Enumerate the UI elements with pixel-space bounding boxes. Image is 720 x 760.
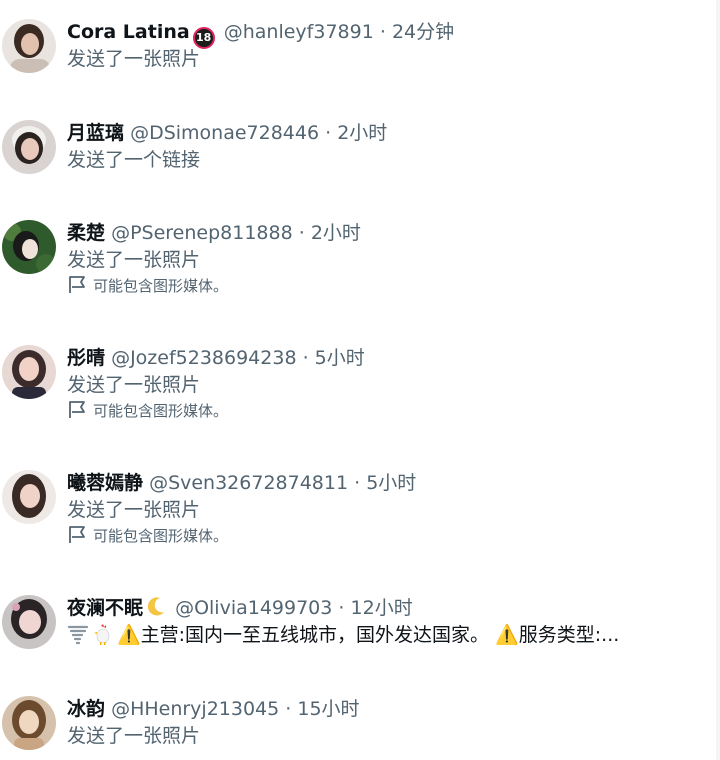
- sensitive-media-notice: 可能包含图形媒体。: [68, 275, 228, 295]
- message-preview: 发送了一张照片: [67, 374, 201, 396]
- message-preview: 发送了一张照片: [67, 48, 201, 70]
- conversation-header: 曦蓉嫣静 @Sven32672874811 · 5小时: [67, 470, 416, 496]
- avatar[interactable]: [2, 19, 56, 73]
- conversation-item[interactable]: 夜澜不眠 @Olivia1499703 · 12小时 ⚠️主营:国内一至五线城市…: [0, 595, 716, 655]
- conversation-header: 彤晴 @Jozef5238694238 · 5小时: [67, 345, 365, 371]
- sensitive-media-text: 可能包含图形媒体。: [93, 527, 229, 545]
- display-name[interactable]: 曦蓉嫣静: [67, 472, 143, 494]
- timestamp: 5小时: [366, 472, 417, 494]
- message-preview: 发送了一个链接: [67, 149, 201, 171]
- conversation-item[interactable]: Cora Latina 18 @hanleyf37891 · 24分钟 发送了一张…: [0, 19, 716, 79]
- display-name[interactable]: 彤晴: [67, 347, 105, 369]
- conversation-item[interactable]: 彤晴 @Jozef5238694238 · 5小时 发送了一张照片 可能包含图形…: [0, 345, 716, 425]
- separator-dot: ·: [302, 347, 309, 369]
- display-name[interactable]: 柔楚: [67, 222, 105, 244]
- sensitive-media-text: 可能包含图形媒体。: [93, 402, 229, 420]
- conversation-item[interactable]: 柔楚 @PSerenep811888 · 2小时 发送了一张照片 可能包含图形媒…: [0, 220, 716, 300]
- crescent-moon-icon: [147, 597, 165, 616]
- avatar[interactable]: [2, 696, 56, 750]
- conversation-header: 月蓝璃 @DSimonae728446 · 2小时: [67, 120, 387, 146]
- separator-dot: ·: [285, 698, 292, 720]
- handle: @PSerenep811888: [111, 222, 293, 244]
- handle: @DSimonae728446: [130, 122, 320, 144]
- rooster-icon: [94, 624, 110, 645]
- timestamp: 12小时: [350, 597, 413, 619]
- handle: @hanleyf37891: [223, 21, 374, 43]
- conversation-header: Cora Latina 18 @hanleyf37891 · 24分钟: [67, 19, 455, 49]
- conversation-header: 夜澜不眠 @Olivia1499703 · 12小时: [67, 595, 413, 621]
- timestamp: 2小时: [310, 222, 361, 244]
- message-preview: 发送了一张照片: [67, 725, 201, 747]
- separator-dot: ·: [354, 472, 361, 494]
- timestamp: 15小时: [297, 698, 360, 720]
- handle: @Jozef5238694238: [111, 347, 297, 369]
- flag-icon: [69, 276, 85, 293]
- handle: @Sven32672874811: [149, 472, 349, 494]
- message-preview: 发送了一张照片: [67, 249, 201, 271]
- timestamp: 2小时: [337, 122, 388, 144]
- message-preview: 发送了一张照片: [67, 499, 201, 521]
- separator-dot: ·: [379, 21, 386, 43]
- conversation-item[interactable]: 曦蓉嫣静 @Sven32672874811 · 5小时 发送了一张照片 可能包含…: [0, 470, 716, 550]
- sensitive-media-text: 可能包含图形媒体。: [93, 277, 229, 295]
- display-name[interactable]: 冰韵: [67, 698, 105, 720]
- handle: @Olivia1499703: [175, 597, 333, 619]
- display-name[interactable]: 月蓝璃: [67, 122, 124, 144]
- conversation-item[interactable]: 冰韵 @HHenryj213045 · 15小时 发送了一张照片: [0, 696, 716, 756]
- avatar[interactable]: [2, 120, 56, 174]
- conversation-header: 冰韵 @HHenryj213045 · 15小时: [67, 696, 360, 722]
- display-name[interactable]: Cora Latina: [67, 21, 190, 43]
- separator-dot: ·: [298, 222, 305, 244]
- flag-icon: [69, 526, 85, 543]
- message-preview: ⚠️主营:国内一至五线城市，国外发达国家。 ⚠️服务类型:...: [67, 622, 619, 648]
- avatar[interactable]: [2, 345, 56, 399]
- flag-icon: [69, 401, 85, 418]
- handle: @HHenryj213045: [111, 698, 280, 720]
- avatar[interactable]: [2, 595, 56, 649]
- timestamp: 5小时: [314, 347, 365, 369]
- avatar[interactable]: [2, 220, 56, 274]
- scrollbar-track[interactable]: [716, 0, 720, 760]
- tornado-icon: [67, 625, 89, 645]
- separator-dot: ·: [338, 597, 345, 619]
- sensitive-media-notice: 可能包含图形媒体。: [68, 525, 228, 545]
- conversation-header: 柔楚 @PSerenep811888 · 2小时: [67, 220, 361, 246]
- conversation-item[interactable]: 月蓝璃 @DSimonae728446 · 2小时 发送了一个链接: [0, 120, 716, 180]
- preview-text: ⚠️主营:国内一至五线城市，国外发达国家。 ⚠️服务类型:...: [117, 624, 620, 646]
- sensitive-media-notice: 可能包含图形媒体。: [68, 400, 228, 420]
- timestamp: 24分钟: [391, 21, 455, 43]
- separator-dot: ·: [325, 122, 332, 144]
- avatar[interactable]: [2, 470, 56, 524]
- display-name[interactable]: 夜澜不眠: [67, 597, 143, 619]
